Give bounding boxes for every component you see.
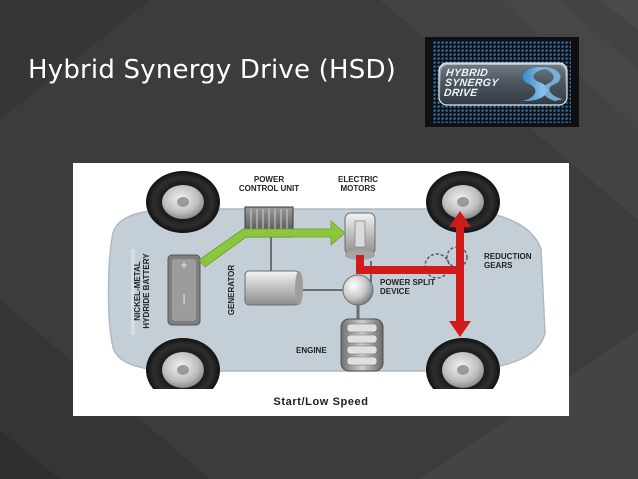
- slide-title: Hybrid Synergy Drive (HSD): [28, 55, 397, 85]
- label-power-split-device: POWER SPLIT DEVICE: [380, 278, 436, 296]
- label-power-control-unit: POWER CONTROL UNIT: [238, 175, 300, 193]
- logo-line-3: DRIVE: [443, 87, 479, 99]
- hsd-logo: HYBRID SYNERGY DRIVE: [425, 37, 579, 127]
- hsd-logo-text: HYBRID SYNERGY DRIVE: [443, 67, 526, 99]
- label-electric-motors: ELECTRIC MOTORS: [338, 175, 378, 193]
- power-split-device: [342, 274, 374, 306]
- hsd-diagram: POWER CONTROL UNIT ELECTRIC MOTORS REDUC…: [73, 163, 569, 416]
- battery-plus-sign: +: [180, 258, 188, 272]
- engine: [340, 318, 384, 372]
- label-generator: GENERATOR: [227, 264, 236, 316]
- wheel-front-left: [146, 171, 220, 233]
- label-battery: NICKEL-METAL HYDRIDE BATTERY: [133, 253, 151, 329]
- generator: [244, 270, 303, 306]
- label-engine: ENGINE: [296, 346, 327, 355]
- electric-motor: [344, 212, 376, 260]
- diagram-caption: Start/Low Speed: [273, 396, 369, 408]
- battery-minus-sign: |: [182, 293, 186, 305]
- label-reduction-gears: REDUCTION GEARS: [484, 252, 532, 270]
